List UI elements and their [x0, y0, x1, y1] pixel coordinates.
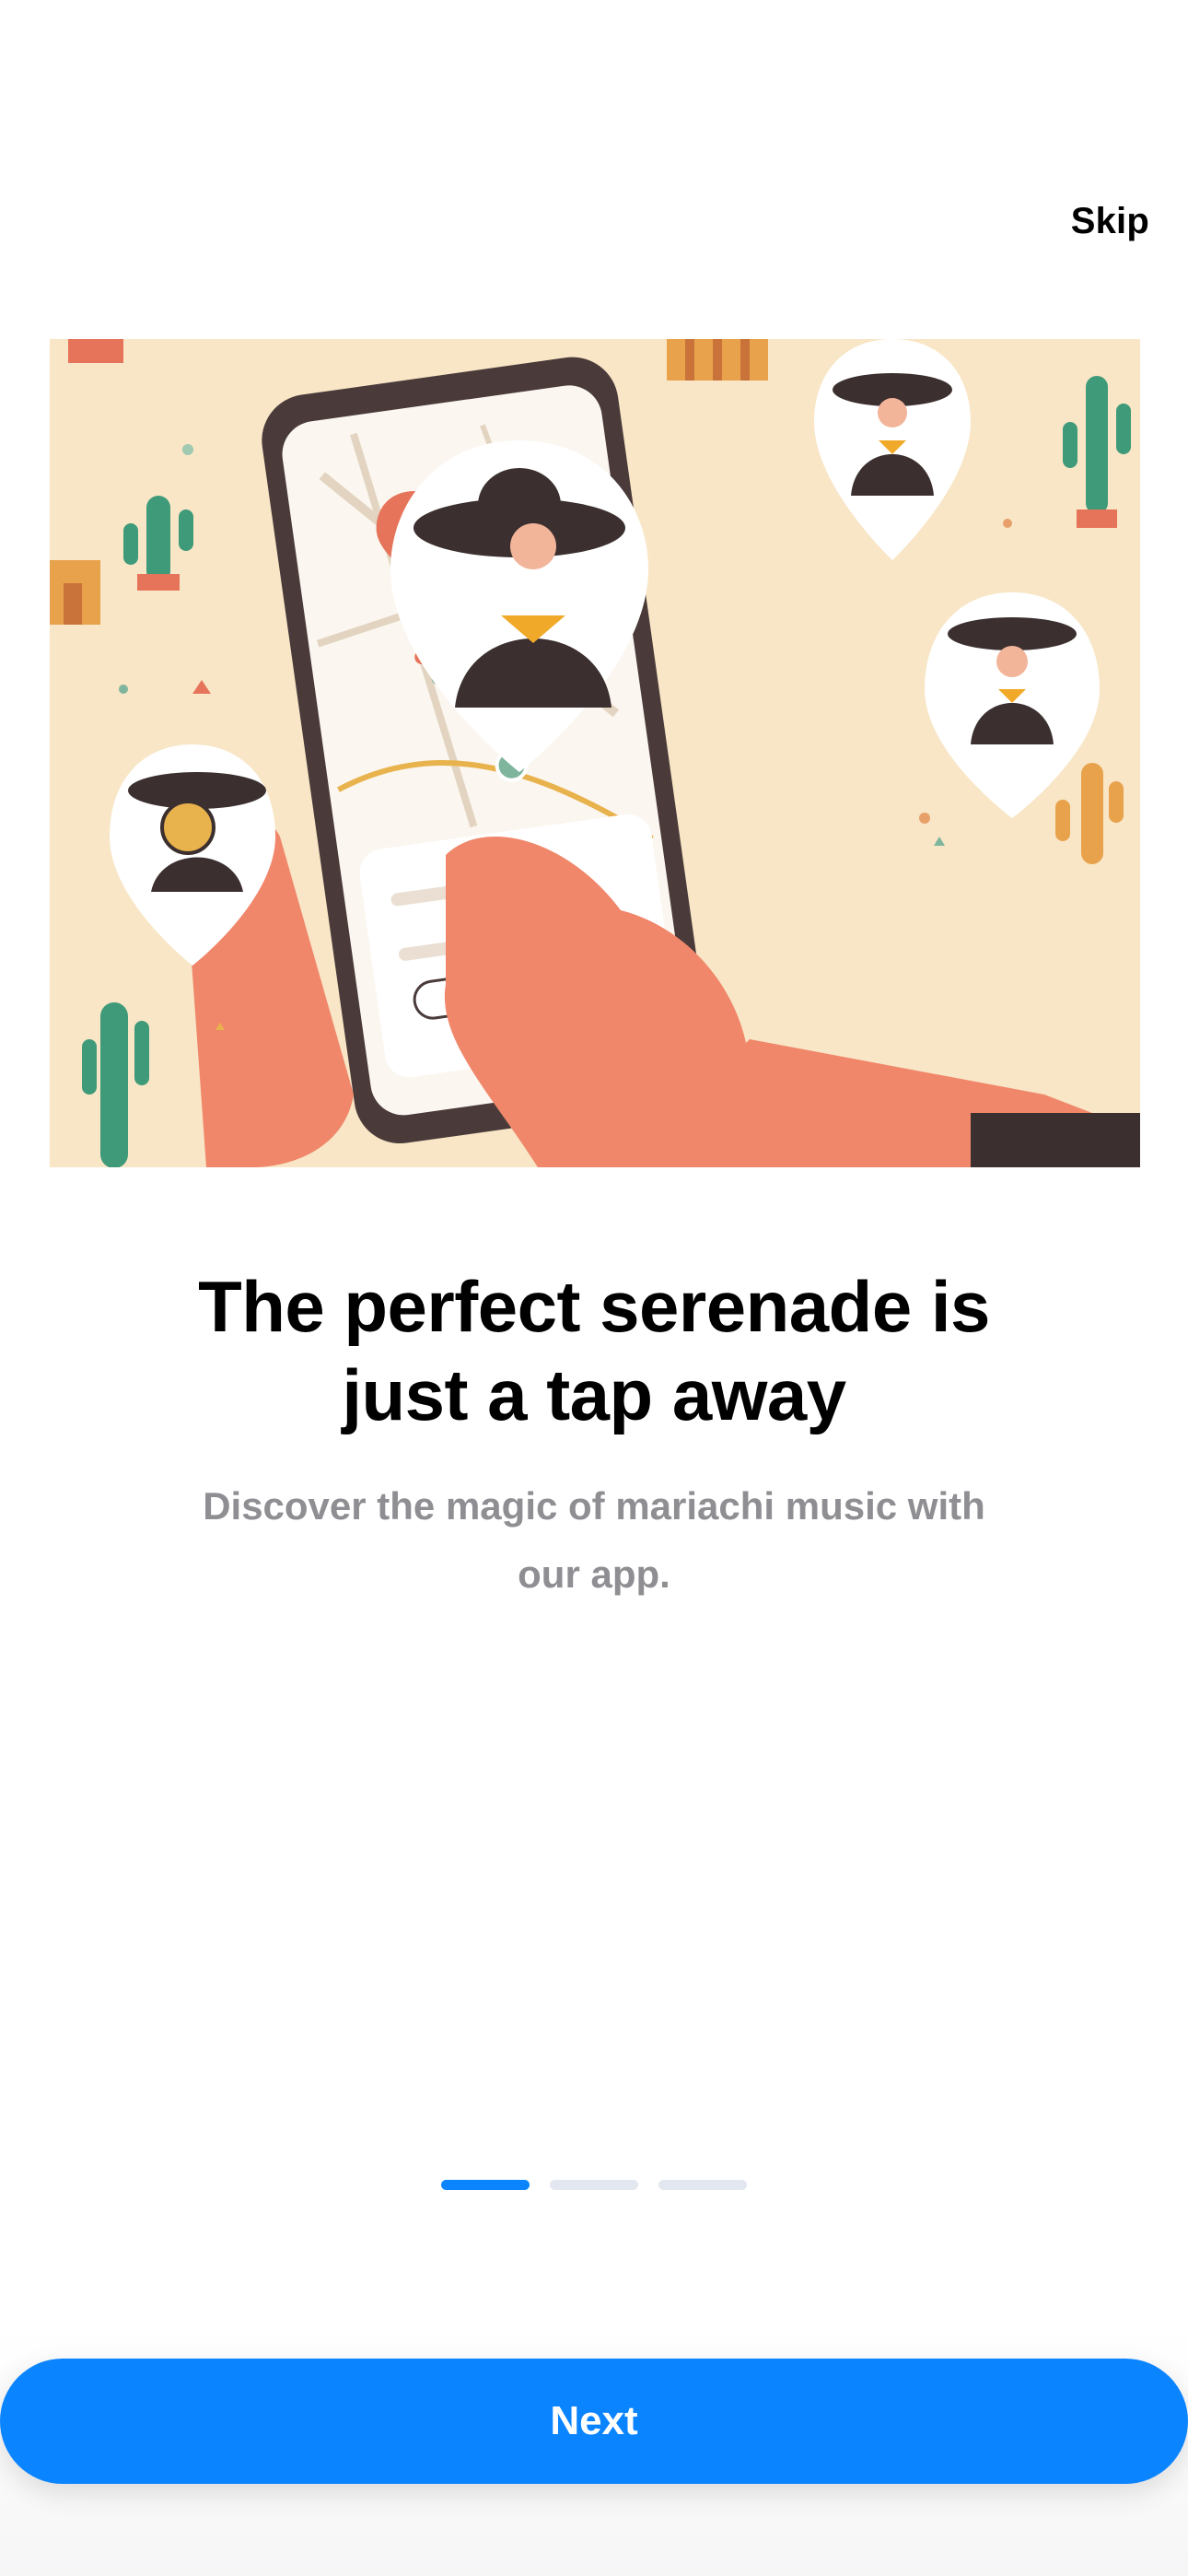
page-indicator-dot-1[interactable] — [441, 2180, 530, 2190]
onboarding-subtitle: Discover the magic of mariachi music wit… — [147, 1472, 1041, 1609]
subtitle-line-1: Discover the magic of mariachi music wit… — [203, 1484, 985, 1528]
hero-illustration-svg — [50, 339, 1140, 1167]
subtitle-line-2: our app. — [518, 1552, 670, 1596]
next-button-label: Next — [550, 2398, 638, 2443]
page-indicator-dot-2[interactable] — [550, 2180, 638, 2190]
hero-illustration — [50, 339, 1140, 1167]
title-line-2: just a tap away — [342, 1354, 846, 1435]
skip-button[interactable]: Skip — [1071, 201, 1149, 242]
page-indicator — [0, 2180, 1188, 2190]
next-button[interactable]: Next — [0, 2359, 1188, 2484]
page-indicator-dot-3[interactable] — [658, 2180, 747, 2190]
title-line-1: The perfect serenade is — [198, 1266, 990, 1347]
onboarding-title: The perfect serenade is just a tap away — [111, 1262, 1077, 1439]
